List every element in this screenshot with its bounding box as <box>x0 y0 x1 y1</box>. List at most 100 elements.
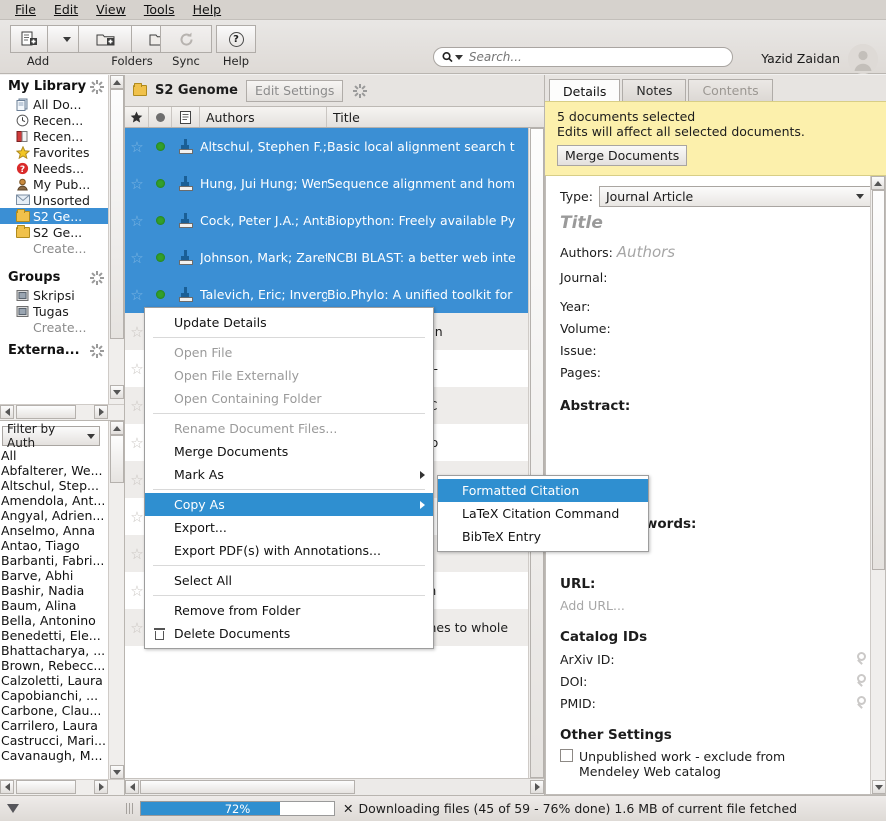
sync-button[interactable] <box>160 25 212 53</box>
filter-list-item[interactable]: Antao, Tiago <box>1 538 124 553</box>
table-row[interactable]: ☆ Hung, Jui Hung; Weng... Sequence align… <box>125 165 544 202</box>
filter-list-item[interactable]: Bhattacharya, ... <box>1 643 124 658</box>
search-input[interactable] <box>466 49 724 65</box>
column-header-file[interactable] <box>172 107 200 127</box>
column-header-authors[interactable]: Authors <box>200 107 327 127</box>
filter-list-item[interactable]: Abfalterer, We... <box>1 463 124 478</box>
document-type-select[interactable]: Journal Article <box>598 186 871 207</box>
details-vertical-scrollbar[interactable] <box>870 176 885 794</box>
sidebar-create-group[interactable]: Create... <box>0 319 124 335</box>
search-dropdown-icon[interactable] <box>454 54 463 60</box>
scroll-right-button[interactable] <box>94 405 108 419</box>
filter-list-item[interactable]: All <box>1 448 124 463</box>
unpublished-checkbox[interactable] <box>560 749 573 762</box>
menu-view[interactable]: View <box>87 0 135 19</box>
filter-list-item[interactable]: Bashir, Nadia <box>1 583 124 598</box>
table-row[interactable]: ☆ Cock, Peter J.A.; Anta... Biopython: F… <box>125 202 544 239</box>
search-box[interactable] <box>433 47 733 67</box>
scroll-left-button[interactable] <box>0 405 14 419</box>
merge-documents-button[interactable]: Merge Documents <box>557 145 688 166</box>
avatar[interactable] <box>848 44 878 74</box>
filter-list-item[interactable]: Altschul, Step... <box>1 478 124 493</box>
context-menu-item-select-all[interactable]: Select All <box>145 569 433 592</box>
search-arxiv-icon[interactable] <box>855 651 871 667</box>
context-menu-item-export[interactable]: Export... <box>145 516 433 539</box>
row-favorite-star[interactable]: ☆ <box>125 138 149 156</box>
scroll-thumb[interactable] <box>109 89 124 339</box>
filter-list-item[interactable]: Carrilero, Laura <box>1 718 124 733</box>
new-folder-button[interactable] <box>78 25 132 53</box>
sidebar-item-all-documents[interactable]: All Do... <box>0 96 124 112</box>
filter-list-item[interactable]: Angyal, Adrien... <box>1 508 124 523</box>
scroll-thumb-h[interactable] <box>16 780 76 794</box>
column-header-read[interactable] <box>149 107 172 127</box>
doi-row[interactable]: DOI: <box>560 673 871 689</box>
context-menu-item-remove-from-folder[interactable]: Remove from Folder <box>145 599 433 622</box>
sidebar-item-group-skripsi[interactable]: Skripsi <box>0 287 124 303</box>
scroll-right-button[interactable] <box>530 780 544 794</box>
arxiv-row[interactable]: ArXiv ID: <box>560 651 871 667</box>
cancel-download-button[interactable]: ✕ <box>343 801 353 816</box>
row-read-indicator[interactable] <box>149 216 172 225</box>
row-favorite-star[interactable]: ☆ <box>125 175 149 193</box>
title-placeholder[interactable]: Title <box>560 213 871 233</box>
row-favorite-star[interactable]: ☆ <box>125 286 149 304</box>
volume-field[interactable]: Volume: <box>560 321 871 336</box>
sidebar-item-recently-read[interactable]: Recen... <box>0 128 124 144</box>
sidebar-create-folder[interactable]: Create... <box>0 240 124 256</box>
row-file-icon[interactable] <box>172 176 200 191</box>
context-menu-item-mark-as[interactable]: Mark As <box>145 463 433 486</box>
filter-list-item[interactable]: Anselmo, Anna <box>1 523 124 538</box>
row-read-indicator[interactable] <box>149 142 172 151</box>
scroll-right-button[interactable] <box>94 780 108 794</box>
filter-by-selector[interactable]: Filter by Auth <box>2 422 100 450</box>
filter-list-item[interactable]: Barbanti, Fabri... <box>1 553 124 568</box>
tab-notes[interactable]: Notes <box>622 79 687 101</box>
scroll-thumb[interactable] <box>529 128 544 778</box>
filter-list-item[interactable]: Bella, Antonino <box>1 613 124 628</box>
scroll-up-button[interactable] <box>109 421 124 435</box>
filter-list-item[interactable]: Benedetti, Ele... <box>1 628 124 643</box>
table-row[interactable]: ☆ Johnson, Mark; Zarets... NCBI BLAST: a… <box>125 239 544 276</box>
filter-list-item[interactable]: Baum, Alina <box>1 598 124 613</box>
column-header-title[interactable]: Title <box>327 107 544 127</box>
filter-horizontal-scrollbar[interactable] <box>0 779 124 795</box>
context-menu-item-export-pdfs-with-annotations[interactable]: Export PDF(s) with Annotations... <box>145 539 433 562</box>
sidebar-item-favorites[interactable]: Favorites <box>0 144 124 160</box>
filter-list-item[interactable]: Barve, Abhi <box>1 568 124 583</box>
scroll-left-button[interactable] <box>0 780 14 794</box>
filter-list-item[interactable]: Amendola, Ant... <box>1 493 124 508</box>
context-menu-item-update-details[interactable]: Update Details <box>145 311 433 334</box>
context-menu[interactable]: Update Details Open File Open File Exter… <box>144 307 434 649</box>
row-favorite-star[interactable]: ☆ <box>125 212 149 230</box>
column-header-favorite[interactable] <box>125 107 149 127</box>
submenu-item-formatted-citation[interactable]: Formatted Citation <box>438 479 648 502</box>
sidebar-item-needs-review[interactable]: ? Needs... <box>0 160 124 176</box>
menu-help[interactable]: Help <box>184 0 231 19</box>
filter-list-item[interactable]: Carbone, Clau... <box>1 703 124 718</box>
table-row[interactable]: ☆ Altschul, Stephen F.; ... Basic local … <box>125 128 544 165</box>
context-menu-item-merge-documents[interactable]: Merge Documents <box>145 440 433 463</box>
edit-settings-button[interactable]: Edit Settings <box>245 79 344 102</box>
scroll-up-button[interactable] <box>871 176 885 190</box>
filter-list-item[interactable]: Castrucci, Mari... <box>1 733 124 748</box>
document-vertical-scrollbar[interactable] <box>528 128 544 778</box>
sidebar-item-unsorted[interactable]: Unsorted <box>0 192 124 208</box>
tab-details[interactable]: Details <box>549 79 621 102</box>
row-file-icon[interactable] <box>172 213 200 228</box>
sidebar-item-s2-genome-2[interactable]: S2 Ge... <box>0 224 124 240</box>
filter-toggle-button[interactable] <box>0 804 26 813</box>
filter-list-item[interactable]: Calzoletti, Laura <box>1 673 124 688</box>
scroll-left-button[interactable] <box>125 780 139 794</box>
tab-contents[interactable]: Contents <box>688 79 773 101</box>
unpublished-work-row[interactable]: Unpublished work - exclude from Mendeley… <box>560 749 871 779</box>
document-horizontal-scrollbar[interactable] <box>125 778 544 795</box>
menu-tools[interactable]: Tools <box>135 0 184 19</box>
context-menu-item-copy-as[interactable]: Copy As <box>145 493 433 516</box>
pages-field[interactable]: Pages: <box>560 365 871 380</box>
help-button[interactable]: ? <box>216 25 256 53</box>
scroll-thumb-h[interactable] <box>16 405 76 419</box>
scroll-thumb[interactable] <box>871 190 885 570</box>
row-read-indicator[interactable] <box>149 253 172 262</box>
year-field[interactable]: Year: <box>560 299 871 314</box>
